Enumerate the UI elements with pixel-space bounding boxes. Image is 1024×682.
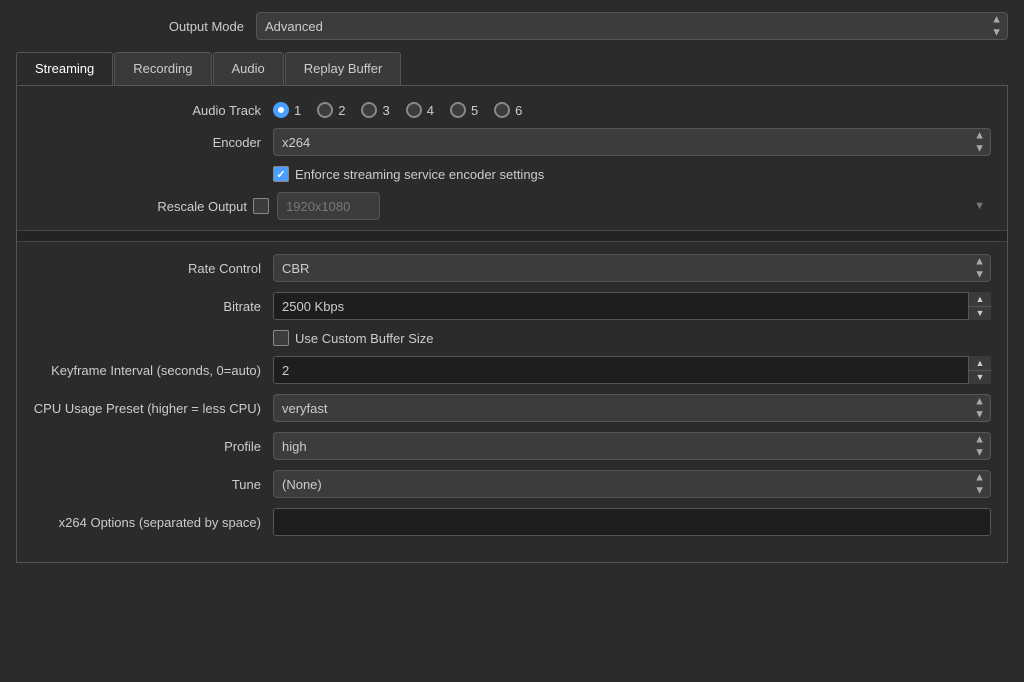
- tab-recording[interactable]: Recording: [114, 52, 211, 85]
- keyframe-increment-button[interactable]: ▲: [969, 356, 991, 371]
- custom-buffer-row: Use Custom Buffer Size: [17, 330, 1007, 346]
- bitrate-input[interactable]: [273, 292, 991, 320]
- rescale-select-wrapper: 1920x1080 1280x720 854x480 ▼: [277, 192, 991, 220]
- keyframe-interval-row: Keyframe Interval (seconds, 0=auto) ▲ ▼: [17, 356, 1007, 384]
- radio-track-2[interactable]: 2: [317, 102, 345, 118]
- enforce-streaming-checkbox-item[interactable]: ✓ Enforce streaming service encoder sett…: [273, 166, 544, 182]
- enforce-streaming-label: Enforce streaming service encoder settin…: [295, 167, 544, 182]
- cpu-preset-select-wrapper: veryfast ultrafast superfast faster fast…: [273, 394, 991, 422]
- radio-track-6[interactable]: 6: [494, 102, 522, 118]
- radio-circle-1: [273, 102, 289, 118]
- radio-track-1[interactable]: 1: [273, 102, 301, 118]
- radio-track-5[interactable]: 5: [450, 102, 478, 118]
- rescale-output-label: Rescale Output: [33, 199, 253, 214]
- cpu-preset-label: CPU Usage Preset (higher = less CPU): [33, 401, 273, 416]
- profile-row: Profile high baseline main ▲ ▼: [17, 432, 1007, 460]
- custom-buffer-checkbox[interactable]: [273, 330, 289, 346]
- bitrate-decrement-button[interactable]: ▼: [969, 307, 991, 321]
- tab-audio[interactable]: Audio: [213, 52, 284, 85]
- rate-control-select[interactable]: CBR VBR ABR CRF CQP: [273, 254, 991, 282]
- radio-circle-4: [406, 102, 422, 118]
- audio-track-row: Audio Track 1 2 3 4: [17, 102, 1007, 118]
- bitrate-increment-button[interactable]: ▲: [969, 292, 991, 307]
- tabs-row: Streaming Recording Audio Replay Buffer: [16, 52, 1008, 86]
- bitrate-label: Bitrate: [33, 299, 273, 314]
- keyframe-spinner-buttons: ▲ ▼: [968, 356, 991, 384]
- tab-replay-buffer[interactable]: Replay Buffer: [285, 52, 402, 85]
- output-mode-row: Output Mode Advanced Simple ▲ ▼: [16, 12, 1008, 40]
- custom-buffer-label: Use Custom Buffer Size: [295, 331, 433, 346]
- tune-row: Tune (None) film animation grain stillim…: [17, 470, 1007, 498]
- audio-track-label: Audio Track: [33, 103, 273, 118]
- profile-select[interactable]: high baseline main: [273, 432, 991, 460]
- encoder-row: Encoder x264 NVENC H.264 QuickSync H.264…: [17, 128, 1007, 156]
- tab-streaming[interactable]: Streaming: [16, 52, 113, 85]
- rate-control-label: Rate Control: [33, 261, 273, 276]
- tune-label: Tune: [33, 477, 273, 492]
- content-area: Audio Track 1 2 3 4: [16, 86, 1008, 563]
- rate-control-row: Rate Control CBR VBR ABR CRF CQP ▲ ▼: [17, 254, 1007, 282]
- profile-label: Profile: [33, 439, 273, 454]
- rescale-output-checkbox[interactable]: [253, 198, 269, 214]
- rescale-output-row: Rescale Output 1920x1080 1280x720 854x48…: [17, 192, 1007, 220]
- x264-options-label: x264 Options (separated by space): [33, 515, 273, 530]
- output-mode-select[interactable]: Advanced Simple: [256, 12, 1008, 40]
- tune-select[interactable]: (None) film animation grain stillimage p…: [273, 470, 991, 498]
- cpu-preset-row: CPU Usage Preset (higher = less CPU) ver…: [17, 394, 1007, 422]
- main-container: Output Mode Advanced Simple ▲ ▼ Streamin…: [0, 0, 1024, 682]
- keyframe-interval-label: Keyframe Interval (seconds, 0=auto): [33, 363, 273, 378]
- bitrate-spinner-wrapper: ▲ ▼: [273, 292, 991, 320]
- rescale-output-select[interactable]: 1920x1080 1280x720 854x480: [277, 192, 380, 220]
- x264-options-field-wrapper: [273, 508, 991, 536]
- keyframe-interval-wrapper: ▲ ▼: [273, 356, 991, 384]
- x264-options-input[interactable]: [273, 508, 991, 536]
- radio-circle-3: [361, 102, 377, 118]
- encoder-label: Encoder: [33, 135, 273, 150]
- enforce-streaming-checkbox[interactable]: ✓: [273, 166, 289, 182]
- output-mode-select-wrapper: Advanced Simple ▲ ▼: [256, 12, 1008, 40]
- bitrate-row: Bitrate ▲ ▼: [17, 292, 1007, 320]
- radio-track-4[interactable]: 4: [406, 102, 434, 118]
- checkmark-icon: ✓: [276, 168, 285, 181]
- radio-track-3[interactable]: 3: [361, 102, 389, 118]
- keyframe-decrement-button[interactable]: ▼: [969, 371, 991, 385]
- cpu-preset-select[interactable]: veryfast ultrafast superfast faster fast…: [273, 394, 991, 422]
- keyframe-interval-input[interactable]: [273, 356, 991, 384]
- radio-circle-6: [494, 102, 510, 118]
- radio-circle-2: [317, 102, 333, 118]
- radio-circle-5: [450, 102, 466, 118]
- encoder-select-wrapper: x264 NVENC H.264 QuickSync H.264 ▲ ▼: [273, 128, 991, 156]
- encoder-select[interactable]: x264 NVENC H.264 QuickSync H.264: [273, 128, 991, 156]
- x264-options-row: x264 Options (separated by space): [17, 508, 1007, 536]
- bitrate-spinner-buttons: ▲ ▼: [968, 292, 991, 320]
- output-mode-label: Output Mode: [16, 19, 256, 34]
- enforce-streaming-row: ✓ Enforce streaming service encoder sett…: [17, 166, 1007, 182]
- rescale-arrow-icon: ▼: [974, 200, 985, 212]
- profile-select-wrapper: high baseline main ▲ ▼: [273, 432, 991, 460]
- audio-track-group: 1 2 3 4 5: [273, 102, 991, 118]
- tune-select-wrapper: (None) film animation grain stillimage p…: [273, 470, 991, 498]
- custom-buffer-checkbox-item[interactable]: Use Custom Buffer Size: [273, 330, 433, 346]
- section-divider: [17, 230, 1007, 242]
- rate-control-select-wrapper: CBR VBR ABR CRF CQP ▲ ▼: [273, 254, 991, 282]
